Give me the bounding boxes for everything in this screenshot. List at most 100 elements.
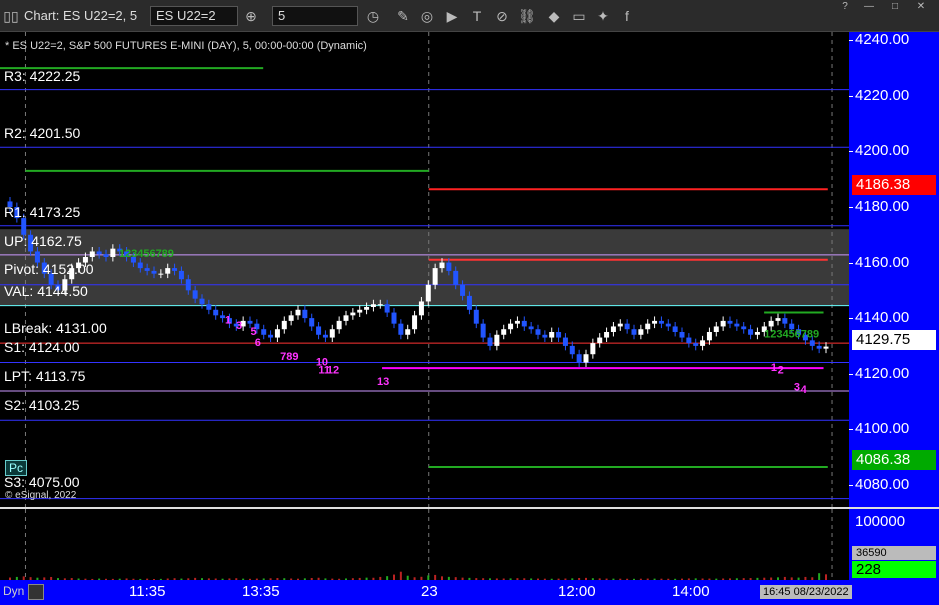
price-tick-mark-2 <box>849 151 853 153</box>
candle-body-76 <box>528 326 534 330</box>
price-tick-mark-4 <box>849 262 853 264</box>
candle-body-104 <box>720 320 726 327</box>
volume-chart-svg <box>9 509 833 580</box>
price-tick-mark-6 <box>849 373 853 375</box>
candle-body-39 <box>274 329 280 338</box>
close-button[interactable]: ✕ <box>910 0 932 14</box>
time-axis[interactable]: Dyn 11:35 13:35 23 12:00 14:00 16:45 08/… <box>0 580 939 605</box>
count-annotation-11: 3 <box>794 381 800 393</box>
candle-body-93 <box>645 323 651 330</box>
help-button[interactable]: ? <box>834 0 856 14</box>
candle-body-71 <box>494 334 500 346</box>
candle-body-28 <box>199 298 205 305</box>
minimize-button[interactable]: — <box>858 0 880 14</box>
price-chart-svg: 1 3 56789 101112131 23 4123456789123456789 <box>0 32 849 507</box>
candle-body-49 <box>343 315 349 321</box>
count-annotation-10: 2 <box>778 365 784 377</box>
time-template-icon[interactable]: ◷ <box>364 7 382 25</box>
dyn-toggle-icon[interactable] <box>28 584 44 600</box>
candle-body-105 <box>727 320 733 324</box>
volume-tick: 100000 <box>855 513 906 530</box>
candle-body-77 <box>535 329 541 335</box>
candle-body-25 <box>178 270 184 280</box>
draw-pencil-icon[interactable]: ✎ <box>394 7 412 25</box>
draw-curve-icon[interactable]: ◎ <box>418 7 436 25</box>
symbol-search-icon[interactable]: ⊕ <box>242 7 260 25</box>
candle-body-26 <box>185 279 191 291</box>
candle-body-55 <box>384 304 390 313</box>
count-annotation-13: 123456789 <box>119 248 174 260</box>
count-annotation-14: 123456789 <box>764 329 819 341</box>
count-annotation-1: 3 <box>236 320 242 332</box>
price-tick-mark-8 <box>849 484 853 486</box>
lpt-label: LPT: 4113.75 <box>4 368 86 384</box>
candle-body-47 <box>329 329 335 338</box>
candle-body-29 <box>206 304 212 310</box>
candle-body-27 <box>192 290 198 299</box>
price-tick-mark-0 <box>849 40 853 42</box>
candle-body-86 <box>597 337 603 344</box>
candle-body-38 <box>268 334 274 338</box>
candle-body-19 <box>137 262 143 269</box>
symbol-input[interactable]: ES U22=2 <box>150 6 238 26</box>
analytics-icon[interactable]: ⊘ <box>493 7 511 25</box>
chat-icon[interactable]: ▭ <box>570 7 588 25</box>
candle-body-84 <box>583 354 589 363</box>
count-annotation-12: 4 <box>801 384 808 396</box>
s3-label: S3: 4075.00 <box>4 474 80 490</box>
maximize-button[interactable]: □ <box>884 0 906 14</box>
candle-body-48 <box>336 320 342 330</box>
candle-body-45 <box>316 326 322 335</box>
price-tick-0: 4240.00 <box>855 31 910 49</box>
pivot-label: Pivot: 4152.00 <box>4 261 94 277</box>
candle-body-44 <box>309 318 315 327</box>
text-tool-icon[interactable]: T <box>468 7 486 25</box>
candle-body-119 <box>823 346 829 349</box>
candle-body-57 <box>398 323 404 335</box>
candle-body-87 <box>604 332 610 338</box>
price-tick-4: 4160.00 <box>855 253 910 271</box>
count-annotation-8: 13 <box>377 376 389 388</box>
candle-body-23 <box>165 268 171 274</box>
count-annotation-4: 789 <box>280 351 298 363</box>
facebook-icon[interactable]: f <box>618 7 636 25</box>
chart-window-icon: ▯▯ <box>3 8 19 24</box>
price-tick-8: 4080.00 <box>855 475 910 493</box>
pc-badge[interactable]: Pc <box>5 460 28 476</box>
price-tick-2: 4200.00 <box>855 142 910 160</box>
candle-body-52 <box>364 307 370 310</box>
cube-icon[interactable]: ◆ <box>545 7 563 25</box>
candle-body-96 <box>665 323 671 327</box>
candle-body-42 <box>295 309 301 316</box>
candle-body-81 <box>562 337 568 346</box>
candle-body-64 <box>446 262 452 271</box>
candle-body-15 <box>110 248 116 257</box>
candle-body-63 <box>439 262 445 269</box>
price-tick-mark-1 <box>849 95 853 97</box>
volume-pane[interactable] <box>0 509 849 580</box>
candle-body-79 <box>549 332 555 338</box>
price-axis[interactable]: 4240.00 4220.00 4200.00 4180.00 4160.00 4140.… <box>849 31 939 580</box>
candle-body-22 <box>158 273 164 275</box>
candle-body-68 <box>473 309 479 324</box>
candle-body-95 <box>658 320 664 324</box>
last-price-tag: 4129.75 <box>852 330 936 350</box>
candle-body-50 <box>350 312 356 316</box>
link-icon[interactable]: ⛓ <box>518 7 536 25</box>
val-label: VAL: 4144.50 <box>4 283 88 299</box>
interval-input[interactable]: 5 <box>272 6 358 26</box>
candle-body-85 <box>590 343 596 355</box>
twitter-icon[interactable]: ✦ <box>594 7 612 25</box>
candle-body-78 <box>542 334 548 338</box>
candle-body-67 <box>466 295 472 310</box>
price-pane[interactable]: 1 3 5 6 789 10 11 12 13 1 2 3 4 123456789 123456789 * … <box>0 32 849 507</box>
candle-body-83 <box>576 354 582 363</box>
high-price-tag: 4186.38 <box>852 175 936 195</box>
candle-body-88 <box>610 326 616 332</box>
price-tick-mark-5 <box>849 318 853 320</box>
candle-body-107 <box>741 326 747 330</box>
candle-body-24 <box>172 268 178 271</box>
play-icon[interactable]: ▶ <box>443 7 461 25</box>
candle-body-59 <box>412 315 418 330</box>
volume-last-tag: 36590 <box>852 546 936 560</box>
